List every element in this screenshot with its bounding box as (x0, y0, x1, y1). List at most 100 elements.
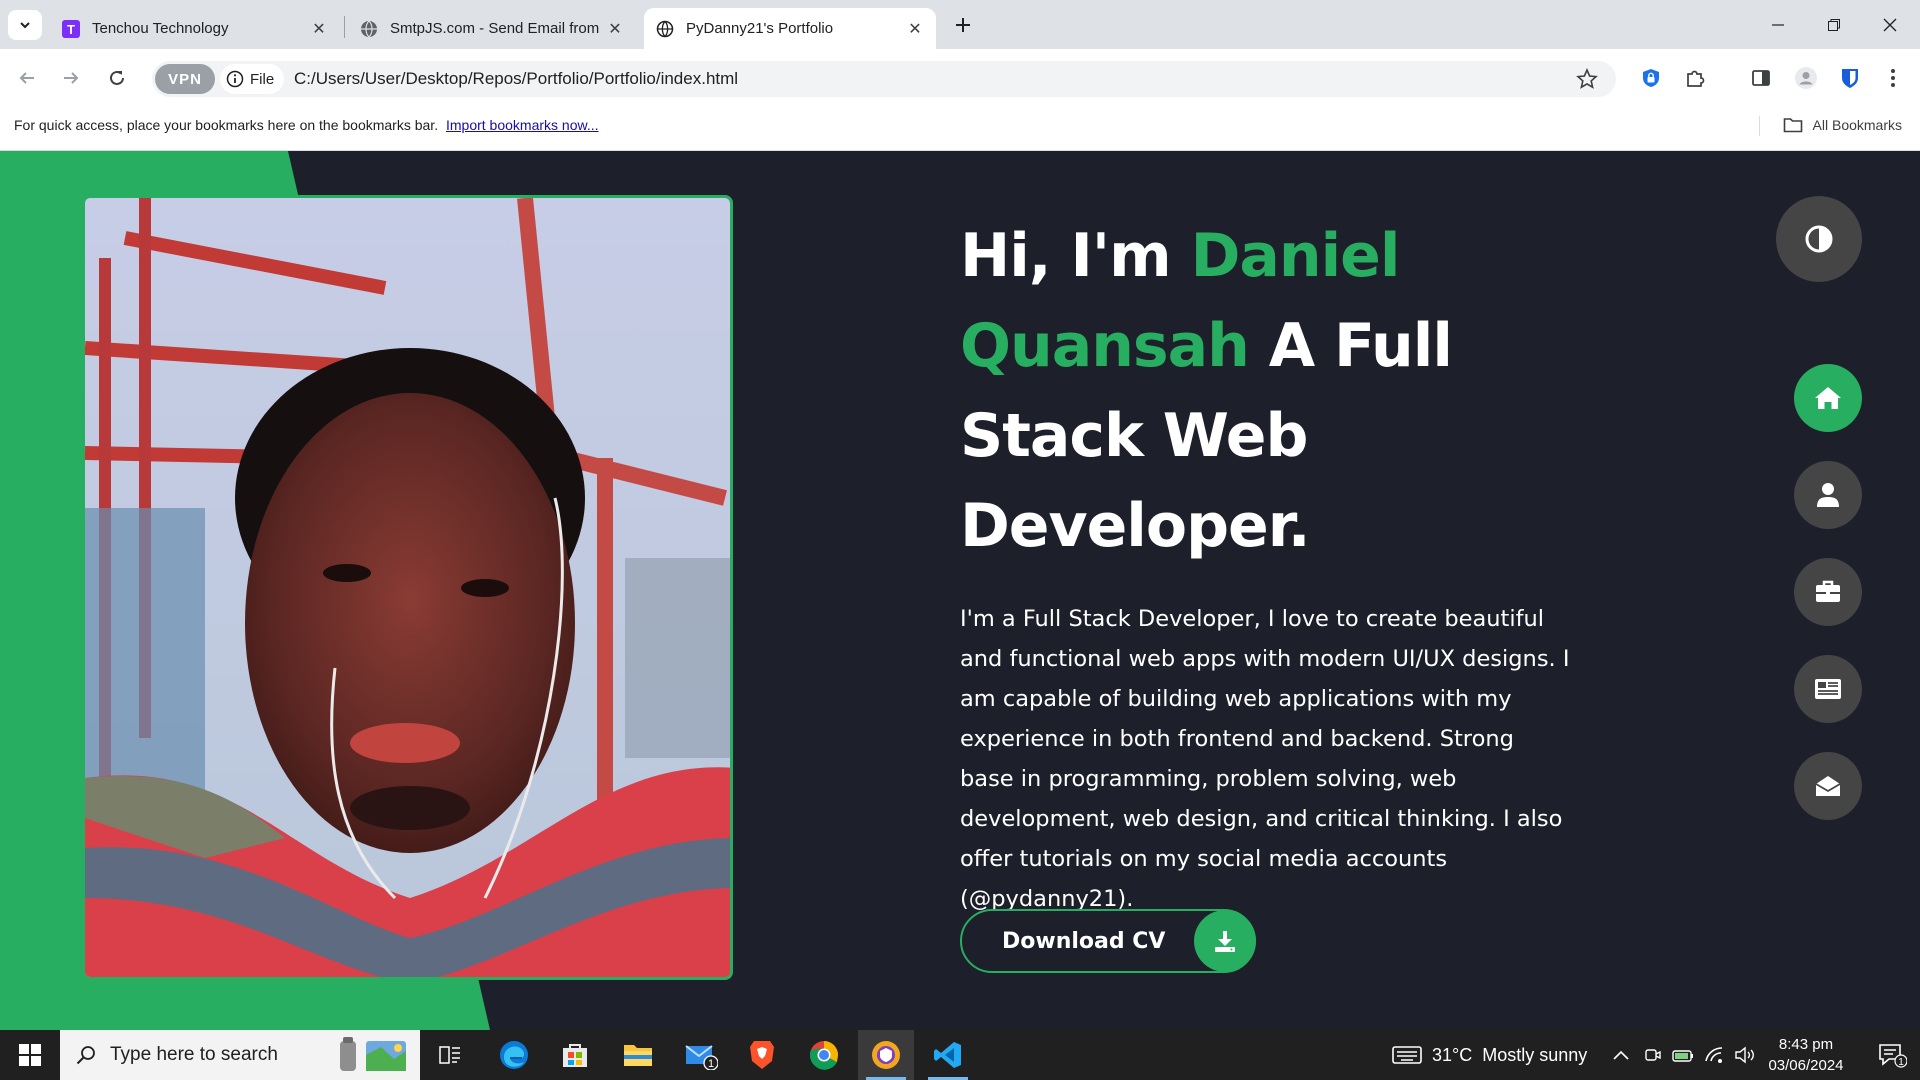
hero-title: Hi, I'm Daniel Quansah A Full Stack Web … (960, 211, 1520, 571)
tab-smtpjs[interactable]: SmtpJS.com - Send Email from ✕ (348, 8, 636, 49)
bookmarks-prompt-text: For quick access, place your bookmarks h… (14, 117, 439, 133)
task-view-button[interactable] (422, 1030, 478, 1080)
browser-shield-icon (872, 1041, 900, 1069)
nav-home-button[interactable] (1794, 364, 1862, 432)
more-menu-icon[interactable] (1880, 65, 1906, 91)
minimize-icon (1772, 23, 1784, 26)
mail-badge: 1 (708, 1058, 714, 1070)
nav-contact-button[interactable] (1794, 752, 1862, 820)
download-cv-label: Download CV (1002, 928, 1166, 954)
password-manager-icon[interactable] (1638, 65, 1664, 91)
taskbar-edge[interactable] (486, 1030, 542, 1080)
restore-button[interactable] (1806, 0, 1862, 49)
info-icon (226, 70, 244, 88)
taskbar-brave-browser-active[interactable] (858, 1030, 914, 1080)
taskbar-vscode[interactable] (920, 1030, 976, 1080)
file-label: File (250, 70, 275, 88)
start-button[interactable] (0, 1030, 60, 1080)
hero-description: I'm a Full Stack Developer, I love to cr… (960, 606, 1570, 912)
reload-button[interactable] (102, 63, 132, 93)
volume-icon[interactable] (1734, 1046, 1756, 1064)
tab-title: Tenchou Technology (92, 20, 229, 37)
tab-separator (344, 16, 345, 38)
home-icon (1815, 387, 1841, 409)
back-button[interactable] (12, 63, 42, 93)
browser-toolbar: VPN File C:/Users/User/Desktop/Repos/Por… (0, 49, 1920, 108)
globe-icon (656, 20, 674, 38)
side-panel-icon[interactable] (1748, 65, 1774, 91)
taskbar-file-explorer[interactable] (610, 1030, 666, 1080)
nav-blog-button[interactable] (1794, 655, 1862, 723)
notification-badge: 1 (1898, 1057, 1904, 1068)
hero-greeting: Hi, I'm (960, 221, 1191, 291)
taskbar-search-box[interactable]: Type here to search (60, 1030, 420, 1080)
taskbar-mail[interactable]: 1 (673, 1030, 729, 1080)
tab-close-icon[interactable]: ✕ (606, 19, 624, 39)
notification-icon: 1 (1879, 1044, 1907, 1068)
vpn-button[interactable]: VPN (155, 64, 215, 94)
task-view-icon (439, 1046, 460, 1064)
new-tab-button[interactable] (948, 10, 978, 40)
windows-logo-icon (19, 1044, 41, 1066)
tab-close-icon[interactable]: ✕ (310, 19, 328, 39)
taskbar-chrome[interactable] (796, 1030, 852, 1080)
nav-about-button[interactable] (1794, 461, 1862, 529)
restore-icon (1828, 18, 1840, 31)
search-icon (76, 1046, 95, 1065)
clock-time: 8:43 pm (1778, 1036, 1834, 1053)
tab-portfolio[interactable]: PyDanny21's Portfolio ✕ (644, 8, 936, 49)
battery-icon[interactable] (1672, 1046, 1694, 1064)
plus-icon (956, 18, 970, 32)
tab-close-icon[interactable]: ✕ (906, 19, 924, 39)
chevron-up-icon[interactable] (1612, 1049, 1630, 1061)
forward-button[interactable] (56, 63, 86, 93)
taskbar-clock[interactable]: 8:43 pm 03/06/2024 (1760, 1034, 1852, 1076)
edge-icon (500, 1041, 528, 1069)
theme-toggle-button[interactable] (1776, 196, 1862, 282)
chevron-down-icon (20, 22, 30, 29)
meet-now-icon[interactable] (1644, 1046, 1662, 1064)
weather-keyboard-icon (1392, 1046, 1422, 1064)
windows-taskbar: Type here to search 1 31°C Mostly sunny (0, 1030, 1920, 1080)
minimize-button[interactable] (1750, 0, 1806, 49)
arrow-right-icon (64, 72, 79, 84)
half-circle-contrast-icon (1805, 225, 1833, 253)
close-window-button[interactable] (1862, 0, 1918, 49)
mail-icon: 1 (685, 1045, 718, 1070)
weather-widget[interactable]: 31°C Mostly sunny (1392, 1030, 1587, 1080)
address-bar[interactable]: VPN File C:/Users/User/Desktop/Repos/Por… (152, 61, 1616, 97)
tab-title: PyDanny21's Portfolio (686, 20, 834, 37)
url-text[interactable]: C:/Users/User/Desktop/Repos/Portfolio/Po… (294, 61, 738, 97)
bitwarden-shield-icon[interactable] (1837, 65, 1863, 91)
search-placeholder: Type here to search (110, 1044, 278, 1065)
star-bookmark-icon[interactable] (1576, 68, 1598, 90)
portfolio-page: Hi, I'm Daniel Quansah A Full Stack Web … (0, 151, 1920, 1030)
globe-icon (360, 20, 378, 38)
wifi-icon[interactable] (1704, 1046, 1724, 1064)
browser-tabstrip: T Tenchou Technology ✕ SmtpJS.com - Send… (0, 0, 1920, 49)
briefcase-icon (1816, 580, 1840, 602)
extensions-puzzle-icon[interactable] (1682, 65, 1708, 91)
taskbar-brave[interactable] (734, 1030, 790, 1080)
side-navigation (1794, 364, 1862, 849)
close-icon (1883, 18, 1897, 31)
clock-date: 03/06/2024 (1768, 1057, 1844, 1074)
all-bookmarks-button[interactable]: All Bookmarks (1783, 108, 1902, 142)
bookmarks-prompt: For quick access, place your bookmarks h… (14, 108, 599, 142)
profile-avatar-icon[interactable] (1793, 65, 1819, 91)
nav-portfolio-button[interactable] (1794, 558, 1862, 626)
notification-center-button[interactable]: 1 (1864, 1030, 1920, 1080)
tab-tenchou[interactable]: T Tenchou Technology ✕ (50, 8, 340, 49)
import-bookmarks-link[interactable]: Import bookmarks now... (446, 117, 599, 133)
download-icon (1194, 910, 1256, 972)
vscode-icon (934, 1042, 961, 1068)
vpn-label: VPN (168, 70, 202, 88)
taskbar-store[interactable] (547, 1030, 603, 1080)
profile-photo (82, 195, 733, 980)
envelope-open-icon (1815, 776, 1841, 796)
site-info-chip[interactable]: File (220, 64, 285, 94)
tab-search-button[interactable] (8, 10, 42, 40)
download-cv-button[interactable]: Download CV (960, 909, 1256, 973)
reload-icon (110, 70, 124, 85)
search-highlight-icon (340, 1037, 406, 1071)
